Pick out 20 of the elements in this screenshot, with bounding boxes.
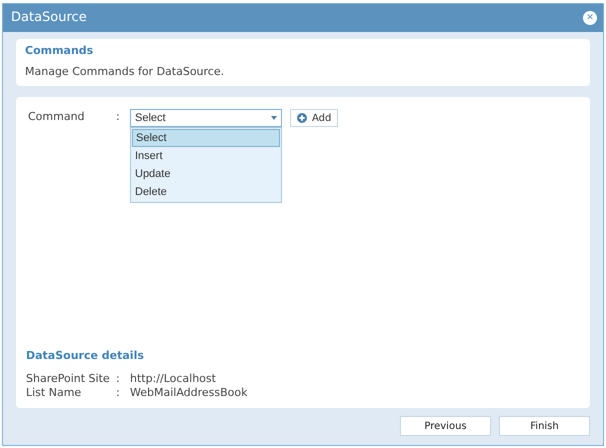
dropdown-option[interactable]: Select (132, 129, 280, 147)
dropdown-option[interactable]: Update (132, 165, 280, 183)
section-title: DataSource details (26, 348, 145, 364)
colon-separator: : (116, 386, 121, 400)
section-title: Commands (25, 43, 94, 59)
detail-value: http://Localhost (130, 372, 216, 386)
detail-value: WebMailAddressBook (130, 386, 248, 400)
window-title: DataSource (11, 9, 87, 28)
previous-button[interactable]: Previous (400, 416, 491, 436)
dropdown-option[interactable]: Insert (132, 147, 280, 165)
field-label: Command (27, 109, 86, 125)
add-button[interactable]: Add (290, 109, 338, 127)
colon-separator: : (116, 109, 121, 125)
section-description: Manage Commands for DataSource. (25, 64, 226, 80)
dropdown-option[interactable]: Delete (132, 183, 280, 201)
colon-separator: : (116, 372, 121, 386)
detail-label: List Name (26, 386, 82, 400)
command-dropdown[interactable]: Select (130, 109, 282, 127)
detail-label: SharePoint Site (26, 372, 111, 386)
finish-button[interactable]: Finish (499, 416, 590, 436)
